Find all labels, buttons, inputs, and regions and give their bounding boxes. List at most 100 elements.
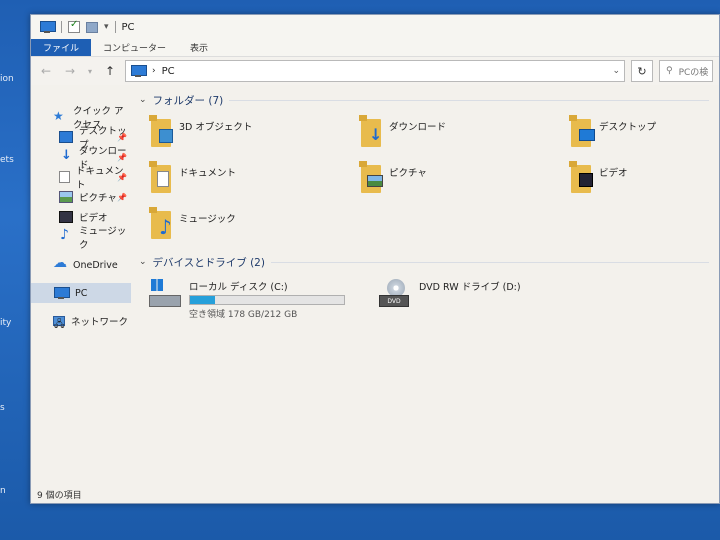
pin-icon: 📌 xyxy=(117,172,127,182)
sidebar-item-pictures[interactable]: ピクチャ 📌 xyxy=(31,187,131,207)
pictures-icon xyxy=(59,191,73,203)
divider xyxy=(61,21,62,33)
desktop-label: ity xyxy=(0,318,12,328)
music-icon xyxy=(59,227,73,243)
properties-icon[interactable] xyxy=(68,19,80,33)
forward-button[interactable]: → xyxy=(61,62,79,80)
cloud-icon xyxy=(53,255,67,271)
tab-view[interactable]: 表示 xyxy=(178,39,220,56)
folder-music[interactable]: ♪ ミュージック xyxy=(149,207,359,247)
sidebar-item-documents[interactable]: ドキュメント 📌 xyxy=(31,166,131,191)
divider xyxy=(114,21,116,33)
star-icon xyxy=(53,109,67,123)
desktop-edge: ion ets ity s n xyxy=(0,0,30,540)
pin-icon: 📌 xyxy=(117,192,127,202)
sidebar-item-onedrive[interactable]: OneDrive xyxy=(31,255,131,275)
title-bar: ▾ PC xyxy=(31,15,719,39)
tab-computer[interactable]: コンピューター xyxy=(91,39,178,56)
pc-icon xyxy=(130,65,147,77)
drive-label: DVD RW ドライブ (D:) xyxy=(419,282,521,293)
desktop-icon xyxy=(59,131,73,143)
chevron-down-icon[interactable]: ⌄ xyxy=(139,95,147,105)
drives-group-header[interactable]: ⌄ デバイスとドライブ (2) xyxy=(139,253,719,271)
drive-c[interactable]: ローカル ディスク (C:) 空き領域 178 GB/212 GB xyxy=(149,279,359,320)
document-icon xyxy=(59,171,70,183)
folder-label: ミュージック xyxy=(179,214,236,225)
videos-icon xyxy=(59,211,73,223)
drive-usage-fill xyxy=(190,296,215,304)
3d-objects-folder-icon xyxy=(149,115,173,147)
divider xyxy=(229,99,709,101)
folder-downloads[interactable]: ↓ ダウンロード xyxy=(359,115,569,155)
content-pane: ⌄ フォルダー (7) 3D オブジェクト ↓ ダウンロード デスクトップ ドキ… xyxy=(131,85,719,485)
desktop-label: ets xyxy=(0,155,14,165)
folder-label: ビデオ xyxy=(599,168,628,179)
main-area: クイック アクセス デスクトップ 📌 ダウンロード 📌 ドキュメント 📌 ピクチ… xyxy=(31,85,719,485)
folder-pictures[interactable]: ピクチャ xyxy=(359,161,569,201)
downloads-folder-icon: ↓ xyxy=(359,115,383,147)
breadcrumb-separator-icon: › xyxy=(152,66,156,76)
sidebar-item-label: ビデオ xyxy=(79,213,108,224)
sidebar-item-music[interactable]: ミュージック xyxy=(31,226,131,251)
search-placeholder: PCの検 xyxy=(678,67,709,78)
divider xyxy=(270,261,709,263)
drive-usage-bar xyxy=(189,295,345,305)
desktop-label: ion xyxy=(0,74,14,84)
desktop-label: s xyxy=(0,403,5,413)
dvd-badge: DVD xyxy=(379,295,409,307)
drive-free-space: 空き領域 178 GB/212 GB xyxy=(189,310,298,320)
ribbon-tabs: ファイル コンピューター 表示 xyxy=(31,39,719,57)
folder-3d-objects[interactable]: 3D オブジェクト xyxy=(149,115,359,155)
search-input[interactable]: ⚲ PCの検 xyxy=(659,60,713,82)
hard-drive-icon xyxy=(149,279,183,311)
folders-group-header[interactable]: ⌄ フォルダー (7) xyxy=(139,91,719,109)
videos-folder-icon xyxy=(569,161,593,193)
navigation-bar: ← → ▾ ↑ › PC ⌄ ↻ ⚲ PCの検 xyxy=(31,57,719,85)
group-title: フォルダー (7) xyxy=(152,94,224,107)
recent-locations-button[interactable]: ▾ xyxy=(85,62,95,80)
folder-label: ドキュメント xyxy=(179,168,237,179)
group-title: デバイスとドライブ (2) xyxy=(152,256,265,269)
drive-d[interactable]: DVD DVD RW ドライブ (D:) xyxy=(379,279,521,320)
desktop-label: n xyxy=(0,486,6,496)
new-folder-icon[interactable] xyxy=(86,21,98,33)
folder-documents[interactable]: ドキュメント xyxy=(149,161,359,201)
address-bar[interactable]: › PC ⌄ xyxy=(125,60,625,82)
search-icon: ⚲ xyxy=(666,66,673,76)
quick-access-toolbar-dropdown-icon[interactable]: ▾ xyxy=(104,22,109,32)
folder-grid: 3D オブジェクト ↓ ダウンロード デスクトップ ドキュメント ピクチャ ビデ… xyxy=(139,109,719,247)
window-title: PC xyxy=(121,21,135,33)
drive-label: ローカル ディスク (C:) xyxy=(189,282,288,293)
sidebar-item-label: ピクチャ xyxy=(79,193,117,204)
drive-list: ローカル ディスク (C:) 空き領域 178 GB/212 GB DVD DV… xyxy=(139,271,719,320)
sidebar-item-pc[interactable]: PC xyxy=(31,283,131,303)
address-dropdown-icon[interactable]: ⌄ xyxy=(612,66,620,76)
pin-icon: 📌 xyxy=(117,132,127,142)
folder-videos[interactable]: ビデオ xyxy=(569,161,719,201)
documents-folder-icon xyxy=(149,161,173,193)
download-icon xyxy=(59,148,73,163)
back-button[interactable]: ← xyxy=(37,62,55,80)
music-folder-icon: ♪ xyxy=(149,207,173,239)
folder-label: ダウンロード xyxy=(389,122,447,133)
file-explorer-window: ▾ PC ファイル コンピューター 表示 ← → ▾ ↑ › PC ⌄ ↻ ⚲ … xyxy=(30,14,720,504)
folder-label: デスクトップ xyxy=(599,122,657,133)
item-count: 9 個の項目 xyxy=(37,490,82,501)
dvd-drive-icon: DVD xyxy=(379,279,413,311)
folder-label: ピクチャ xyxy=(389,168,427,179)
chevron-down-icon[interactable]: ⌄ xyxy=(139,257,147,267)
sidebar-item-label: OneDrive xyxy=(73,259,118,271)
pictures-folder-icon xyxy=(359,161,383,193)
pc-icon xyxy=(39,21,56,33)
folder-desktop[interactable]: デスクトップ xyxy=(569,115,719,155)
folder-label: 3D オブジェクト xyxy=(179,122,253,133)
network-icon xyxy=(53,316,65,326)
up-button[interactable]: ↑ xyxy=(101,62,119,80)
sidebar-item-network[interactable]: ネットワーク xyxy=(31,311,131,331)
sidebar-item-label: ネットワーク xyxy=(71,317,129,328)
tab-file[interactable]: ファイル xyxy=(31,39,92,56)
status-bar: 9 個の項目 xyxy=(31,485,719,503)
refresh-button[interactable]: ↻ xyxy=(631,60,653,82)
sidebar-item-label: ミュージック xyxy=(79,226,127,251)
navigation-pane: クイック アクセス デスクトップ 📌 ダウンロード 📌 ドキュメント 📌 ピクチ… xyxy=(31,85,131,485)
